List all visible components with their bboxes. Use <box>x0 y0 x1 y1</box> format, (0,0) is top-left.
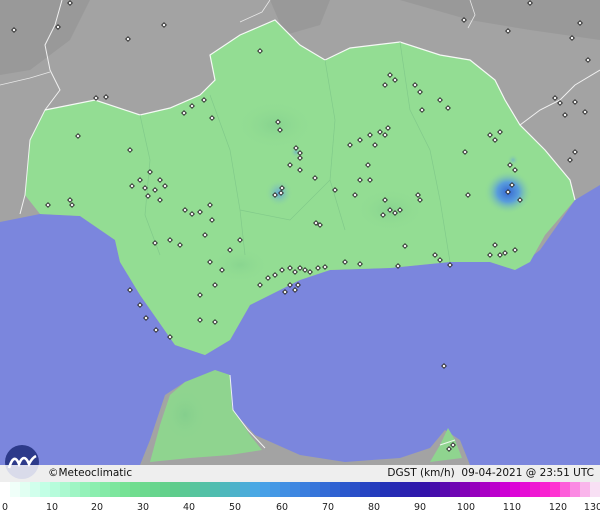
legend-swatch <box>570 482 581 497</box>
legend-swatch <box>300 482 311 497</box>
info-bar: ©Meteoclimatic DGST (km/h) 09-04-2021 @ … <box>0 465 600 482</box>
legend-swatch <box>270 482 281 497</box>
wind-gust-map <box>0 0 600 517</box>
legend-swatch <box>590 482 600 497</box>
legend-swatch <box>310 482 321 497</box>
legend-swatch <box>100 482 111 497</box>
legend-swatch <box>280 482 291 497</box>
legend-tick-label: 40 <box>183 502 195 513</box>
legend-swatch <box>220 482 231 497</box>
legend-swatch <box>370 482 381 497</box>
legend-tick-label: 100 <box>457 502 475 513</box>
legend-swatch <box>320 482 331 497</box>
legend-swatch <box>240 482 251 497</box>
legend-swatch <box>290 482 301 497</box>
legend-swatch <box>70 482 81 497</box>
legend-swatch <box>540 482 551 497</box>
legend-tick-label: 20 <box>91 502 103 513</box>
legend-swatch <box>560 482 571 497</box>
legend-tick-label: 90 <box>414 502 426 513</box>
legend-swatch <box>180 482 191 497</box>
gust-area <box>235 100 315 150</box>
legend-tick-label: 120 <box>549 502 567 513</box>
legend-swatch <box>0 482 11 497</box>
legend-swatch <box>40 482 51 497</box>
legend-swatch <box>260 482 271 497</box>
attribution: ©Meteoclimatic <box>48 467 133 479</box>
legend-swatch <box>120 482 131 497</box>
legend-swatch <box>550 482 561 497</box>
status-readout: DGST (km/h) 09-04-2021 @ 23:51 UTC <box>387 465 594 482</box>
legend-swatch <box>190 482 201 497</box>
legend-swatch <box>160 482 171 497</box>
legend-swatch <box>420 482 431 497</box>
legend-swatch <box>210 482 221 497</box>
color-scale-legend: 0 10 20 30 40 50 60 70 80 90 100 110 120 130 <box>0 482 600 517</box>
legend-swatch <box>250 482 261 497</box>
legend-swatch <box>360 482 371 497</box>
legend-swatch <box>480 482 491 497</box>
legend-tick-label: 0 <box>2 502 8 513</box>
legend-swatch <box>530 482 541 497</box>
legend-swatch <box>10 482 21 497</box>
legend-swatch <box>150 482 161 497</box>
legend-swatch <box>230 482 241 497</box>
legend-swatch <box>60 482 71 497</box>
legend-swatch <box>400 482 411 497</box>
legend-tick-label: 130 <box>584 502 600 513</box>
legend-swatch <box>30 482 41 497</box>
legend-swatch <box>430 482 441 497</box>
legend-swatch <box>80 482 91 497</box>
legend-swatch <box>450 482 461 497</box>
legend-tick-label: 30 <box>137 502 149 513</box>
gust-area <box>210 247 270 283</box>
legend-swatch <box>390 482 401 497</box>
variable-label: DGST (km/h) <box>387 467 455 479</box>
legend-swatch <box>580 482 591 497</box>
legend-swatch <box>460 482 471 497</box>
legend-swatch <box>20 482 31 497</box>
legend-swatch <box>500 482 511 497</box>
legend-tick-label: 70 <box>322 502 334 513</box>
legend-swatch <box>140 482 151 497</box>
legend-swatch <box>440 482 451 497</box>
legend-swatch <box>90 482 101 497</box>
legend-tick-label: 80 <box>368 502 380 513</box>
legend-swatch <box>200 482 211 497</box>
legend-swatch <box>510 482 521 497</box>
legend-swatch <box>50 482 61 497</box>
timestamp: 09-04-2021 @ 23:51 UTC <box>461 467 594 479</box>
legend-swatch <box>110 482 121 497</box>
legend-swatch <box>170 482 181 497</box>
legend-tick-label: 50 <box>229 502 241 513</box>
legend-swatch <box>340 482 351 497</box>
legend-tick-label: 60 <box>276 502 288 513</box>
legend-swatch <box>470 482 481 497</box>
legend-tick-label: 110 <box>503 502 521 513</box>
legend-swatch <box>380 482 391 497</box>
legend-swatch <box>490 482 501 497</box>
legend-swatch <box>350 482 361 497</box>
legend-swatch <box>330 482 341 497</box>
legend-tick-label: 10 <box>46 502 58 513</box>
gust-area <box>160 385 210 445</box>
legend-swatch <box>130 482 141 497</box>
legend-swatch <box>520 482 531 497</box>
legend-swatch <box>410 482 421 497</box>
